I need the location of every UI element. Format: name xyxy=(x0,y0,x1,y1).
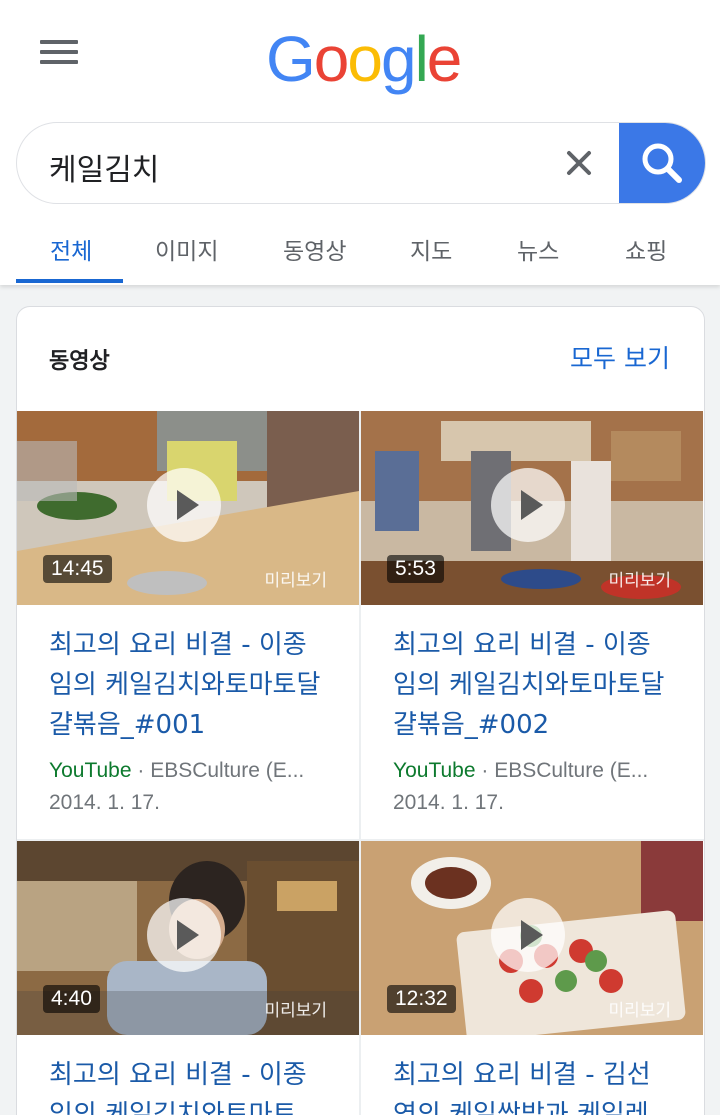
top-bar: Google 케일김치 전체 이미지 동영상 지도 뉴스 쇼핑 xyxy=(0,0,720,285)
tab-maps[interactable]: 지도 xyxy=(410,232,452,266)
preview-label: 미리보기 xyxy=(264,571,327,591)
video-meta: YouTube · EBSCulture (E... 2014. 1. 17. xyxy=(49,755,344,819)
video-date: 2014. 1. 17. xyxy=(393,791,504,814)
video-title[interactable]: 최고의 요리 비결 - 이종임의 케일김치와토마토달걀볶음_#002 xyxy=(393,625,668,745)
video-source: YouTube xyxy=(393,759,476,782)
video-thumbnail[interactable]: 14:45 미리보기 xyxy=(17,411,359,605)
video-channel: · EBSCulture (E... xyxy=(475,759,649,782)
video-title[interactable]: 최고의 요리 비결 - 이종임의 케일김치와토마토달걀볶음_#001 xyxy=(49,625,324,745)
video-channel: · EBSCulture (E... xyxy=(131,759,305,782)
video-title[interactable]: 최고의 요리 비결 - 이종임의 케일김치와토마토 xyxy=(49,1055,324,1115)
tab-videos[interactable]: 동영상 xyxy=(283,232,346,266)
video-date: 2014. 1. 17. xyxy=(49,791,160,814)
video-source: YouTube xyxy=(49,759,132,782)
video-duration: 12:32 xyxy=(387,985,456,1013)
videos-section-title: 동영상 xyxy=(49,349,110,374)
tab-news[interactable]: 뉴스 xyxy=(517,232,559,266)
tab-shopping[interactable]: 쇼핑 xyxy=(625,232,667,266)
video-result[interactable]: 12:32 미리보기 최고의 요리 비결 - 김선영의 케일쌈밥과 케일레 xyxy=(361,841,703,1115)
play-icon xyxy=(491,898,565,972)
videos-card: 동영상 모두 보기 14:45 미리보기 최고의 요리 비결 - 이종임의 케일… xyxy=(16,306,705,1115)
search-tabs: 전체 이미지 동영상 지도 뉴스 쇼핑 xyxy=(0,222,720,284)
video-duration: 5:53 xyxy=(387,555,444,583)
hamburger-menu-icon[interactable] xyxy=(40,40,80,72)
video-thumbnail[interactable]: 5:53 미리보기 xyxy=(361,411,703,605)
tab-all[interactable]: 전체 xyxy=(50,232,92,266)
see-all-link[interactable]: 모두 보기 xyxy=(570,339,670,375)
video-title[interactable]: 최고의 요리 비결 - 김선영의 케일쌈밥과 케일레 xyxy=(393,1055,668,1115)
google-logo[interactable]: Google xyxy=(266,22,462,96)
clear-icon[interactable] xyxy=(557,141,601,185)
video-duration: 4:40 xyxy=(43,985,100,1013)
video-thumbnail[interactable]: 12:32 미리보기 xyxy=(361,841,703,1035)
video-meta: YouTube · EBSCulture (E... 2014. 1. 17. xyxy=(393,755,688,819)
preview-label: 미리보기 xyxy=(264,1001,327,1021)
preview-label: 미리보기 xyxy=(608,1001,671,1021)
active-tab-indicator xyxy=(16,279,123,283)
play-icon xyxy=(147,468,221,542)
search-box[interactable]: 케일김치 xyxy=(16,122,706,204)
play-icon xyxy=(491,468,565,542)
search-input[interactable]: 케일김치 xyxy=(49,145,159,189)
video-result[interactable]: 14:45 미리보기 최고의 요리 비결 - 이종임의 케일김치와토마토달걀볶음… xyxy=(17,411,359,839)
video-thumbnail[interactable]: 4:40 미리보기 xyxy=(17,841,359,1035)
play-icon xyxy=(147,898,221,972)
video-result[interactable]: 5:53 미리보기 최고의 요리 비결 - 이종임의 케일김치와토마토달걀볶음_… xyxy=(361,411,703,839)
search-button[interactable] xyxy=(619,123,705,203)
search-icon xyxy=(642,143,682,183)
tab-images[interactable]: 이미지 xyxy=(155,232,218,266)
video-result[interactable]: 4:40 미리보기 최고의 요리 비결 - 이종임의 케일김치와토마토 xyxy=(17,841,359,1115)
preview-label: 미리보기 xyxy=(608,571,671,591)
video-duration: 14:45 xyxy=(43,555,112,583)
